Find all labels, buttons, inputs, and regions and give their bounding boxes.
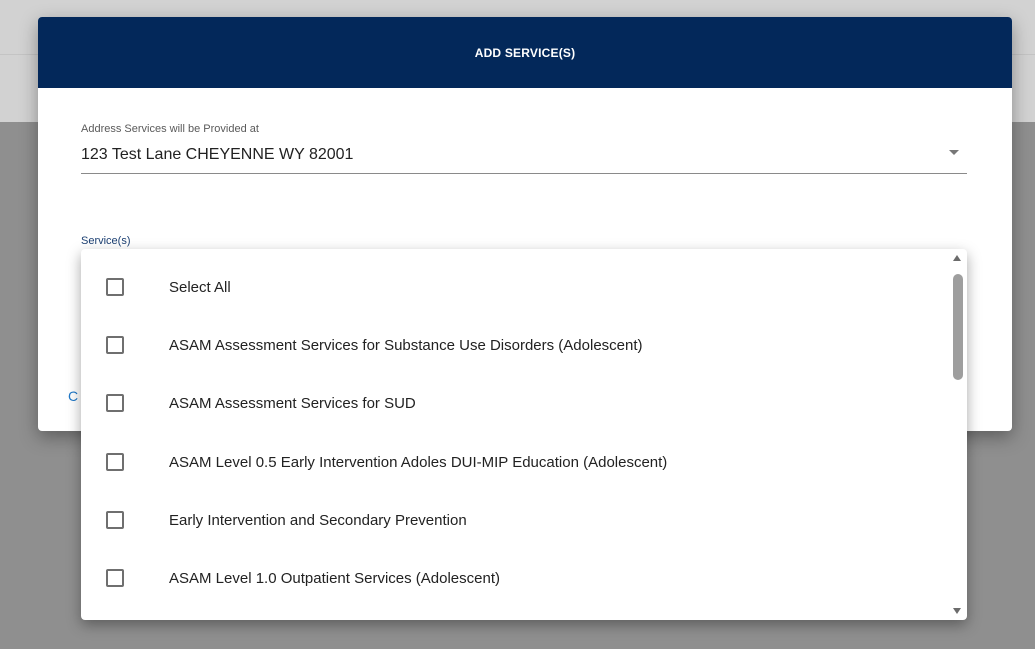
option-asam-level-1-0[interactable]: ASAM Level 1.0 Outpatient Services (Adol… bbox=[81, 549, 949, 607]
checkbox[interactable] bbox=[106, 394, 124, 412]
checkbox[interactable] bbox=[106, 278, 124, 296]
option-label: Early Intervention and Secondary Prevent… bbox=[169, 511, 467, 529]
option-label: ASAM Assessment Services for Substance U… bbox=[169, 336, 643, 354]
checkbox[interactable] bbox=[106, 511, 124, 529]
checkbox[interactable] bbox=[106, 569, 124, 587]
option-select-all[interactable]: Select All bbox=[81, 258, 949, 316]
option-asam-assessment-sud[interactable]: ASAM Assessment Services for SUD bbox=[81, 374, 949, 432]
option-label: ASAM Level 1.0 Outpatient Services (Adol… bbox=[169, 569, 500, 587]
services-label: Service(s) bbox=[81, 235, 131, 247]
option-asam-assessment-adolescent[interactable]: ASAM Assessment Services for Substance U… bbox=[81, 316, 949, 374]
scroll-down-arrow-icon[interactable] bbox=[953, 608, 961, 614]
scroll-up-arrow-icon[interactable] bbox=[953, 255, 961, 261]
option-label: ASAM Assessment Services for SUD bbox=[169, 394, 416, 412]
option-label: Select All bbox=[169, 278, 231, 296]
address-underline bbox=[81, 173, 967, 174]
chevron-down-icon[interactable] bbox=[949, 150, 959, 155]
checkbox[interactable] bbox=[106, 336, 124, 354]
address-value: 123 Test Lane CHEYENNE WY 82001 bbox=[81, 146, 354, 163]
option-asam-level-0-5[interactable]: ASAM Level 0.5 Early Intervention Adoles… bbox=[81, 433, 949, 491]
option-label: ASAM Level 0.5 Early Intervention Adoles… bbox=[169, 453, 668, 471]
dialog-title: ADD SERVICE(S) bbox=[38, 17, 1012, 88]
services-dropdown-list[interactable]: Select All ASAM Assessment Services for … bbox=[81, 249, 967, 620]
address-label: Address Services will be Provided at bbox=[81, 123, 259, 135]
scrollbar-thumb[interactable] bbox=[953, 274, 963, 380]
option-early-intervention[interactable]: Early Intervention and Secondary Prevent… bbox=[81, 491, 949, 549]
address-select[interactable]: Address Services will be Provided at 123… bbox=[81, 120, 967, 174]
cancel-button[interactable]: C bbox=[68, 388, 78, 404]
checkbox[interactable] bbox=[106, 453, 124, 471]
